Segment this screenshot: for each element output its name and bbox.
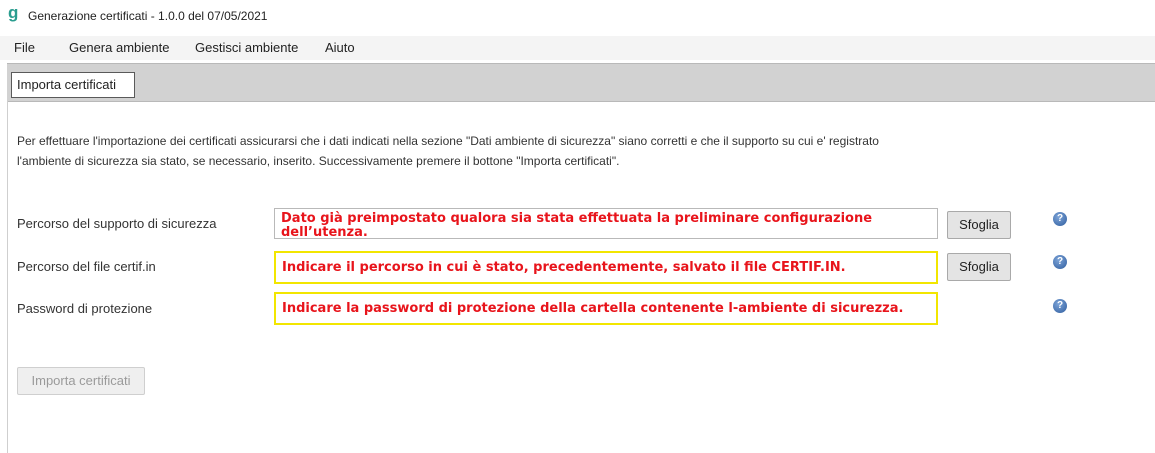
- tab-importa-certificati[interactable]: Importa certificati: [11, 72, 135, 98]
- label-password: Password di protezione: [17, 301, 153, 316]
- description-line-1: Per effettuare l'importazione dei certif…: [17, 134, 879, 148]
- help-file-icon[interactable]: ?: [1053, 255, 1067, 269]
- menu-genera-ambiente[interactable]: Genera ambiente: [69, 40, 169, 55]
- menu-gestisci-ambiente[interactable]: Gestisci ambiente: [195, 40, 298, 55]
- label-percorso-file: Percorso del file certif.in: [17, 259, 156, 274]
- password-input[interactable]: Indicare la password di protezione della…: [274, 292, 938, 325]
- sfoglia-supporto-button[interactable]: Sfoglia: [947, 211, 1011, 239]
- menu-bar: File Genera ambiente Gestisci ambiente A…: [0, 36, 1155, 60]
- hint-supporto-line-2: dell’utenza.: [281, 225, 368, 240]
- importa-certificati-button[interactable]: Importa certificati: [17, 367, 145, 395]
- menu-file[interactable]: File: [14, 40, 35, 55]
- panel-border: [7, 100, 8, 453]
- sfoglia-file-button[interactable]: Sfoglia: [947, 253, 1011, 281]
- description-line-2: l'ambiente di sicurezza sia stato, se ne…: [17, 154, 620, 168]
- percorso-supporto-input[interactable]: Dato già preimpostato qualora sia stata …: [274, 208, 938, 240]
- hint-password: Indicare la password di protezione della…: [282, 301, 904, 316]
- hint-supporto-line-1: Dato già preimpostato qualora sia stata …: [281, 211, 873, 226]
- help-supporto-icon[interactable]: ?: [1053, 212, 1067, 226]
- percorso-file-input[interactable]: Indicare il percorso in cui è stato, pre…: [274, 251, 938, 284]
- tab-strip: Importa certificati: [7, 63, 1155, 102]
- app-logo-icon: g: [8, 3, 19, 22]
- hint-file: Indicare il percorso in cui è stato, pre…: [282, 260, 846, 275]
- label-percorso-supporto: Percorso del supporto di sicurezza: [17, 216, 217, 231]
- title-bar: g Generazione certificati - 1.0.0 del 07…: [0, 0, 1155, 30]
- help-password-icon[interactable]: ?: [1053, 299, 1067, 313]
- menu-aiuto[interactable]: Aiuto: [325, 40, 355, 55]
- window-title: Generazione certificati - 1.0.0 del 07/0…: [28, 9, 268, 23]
